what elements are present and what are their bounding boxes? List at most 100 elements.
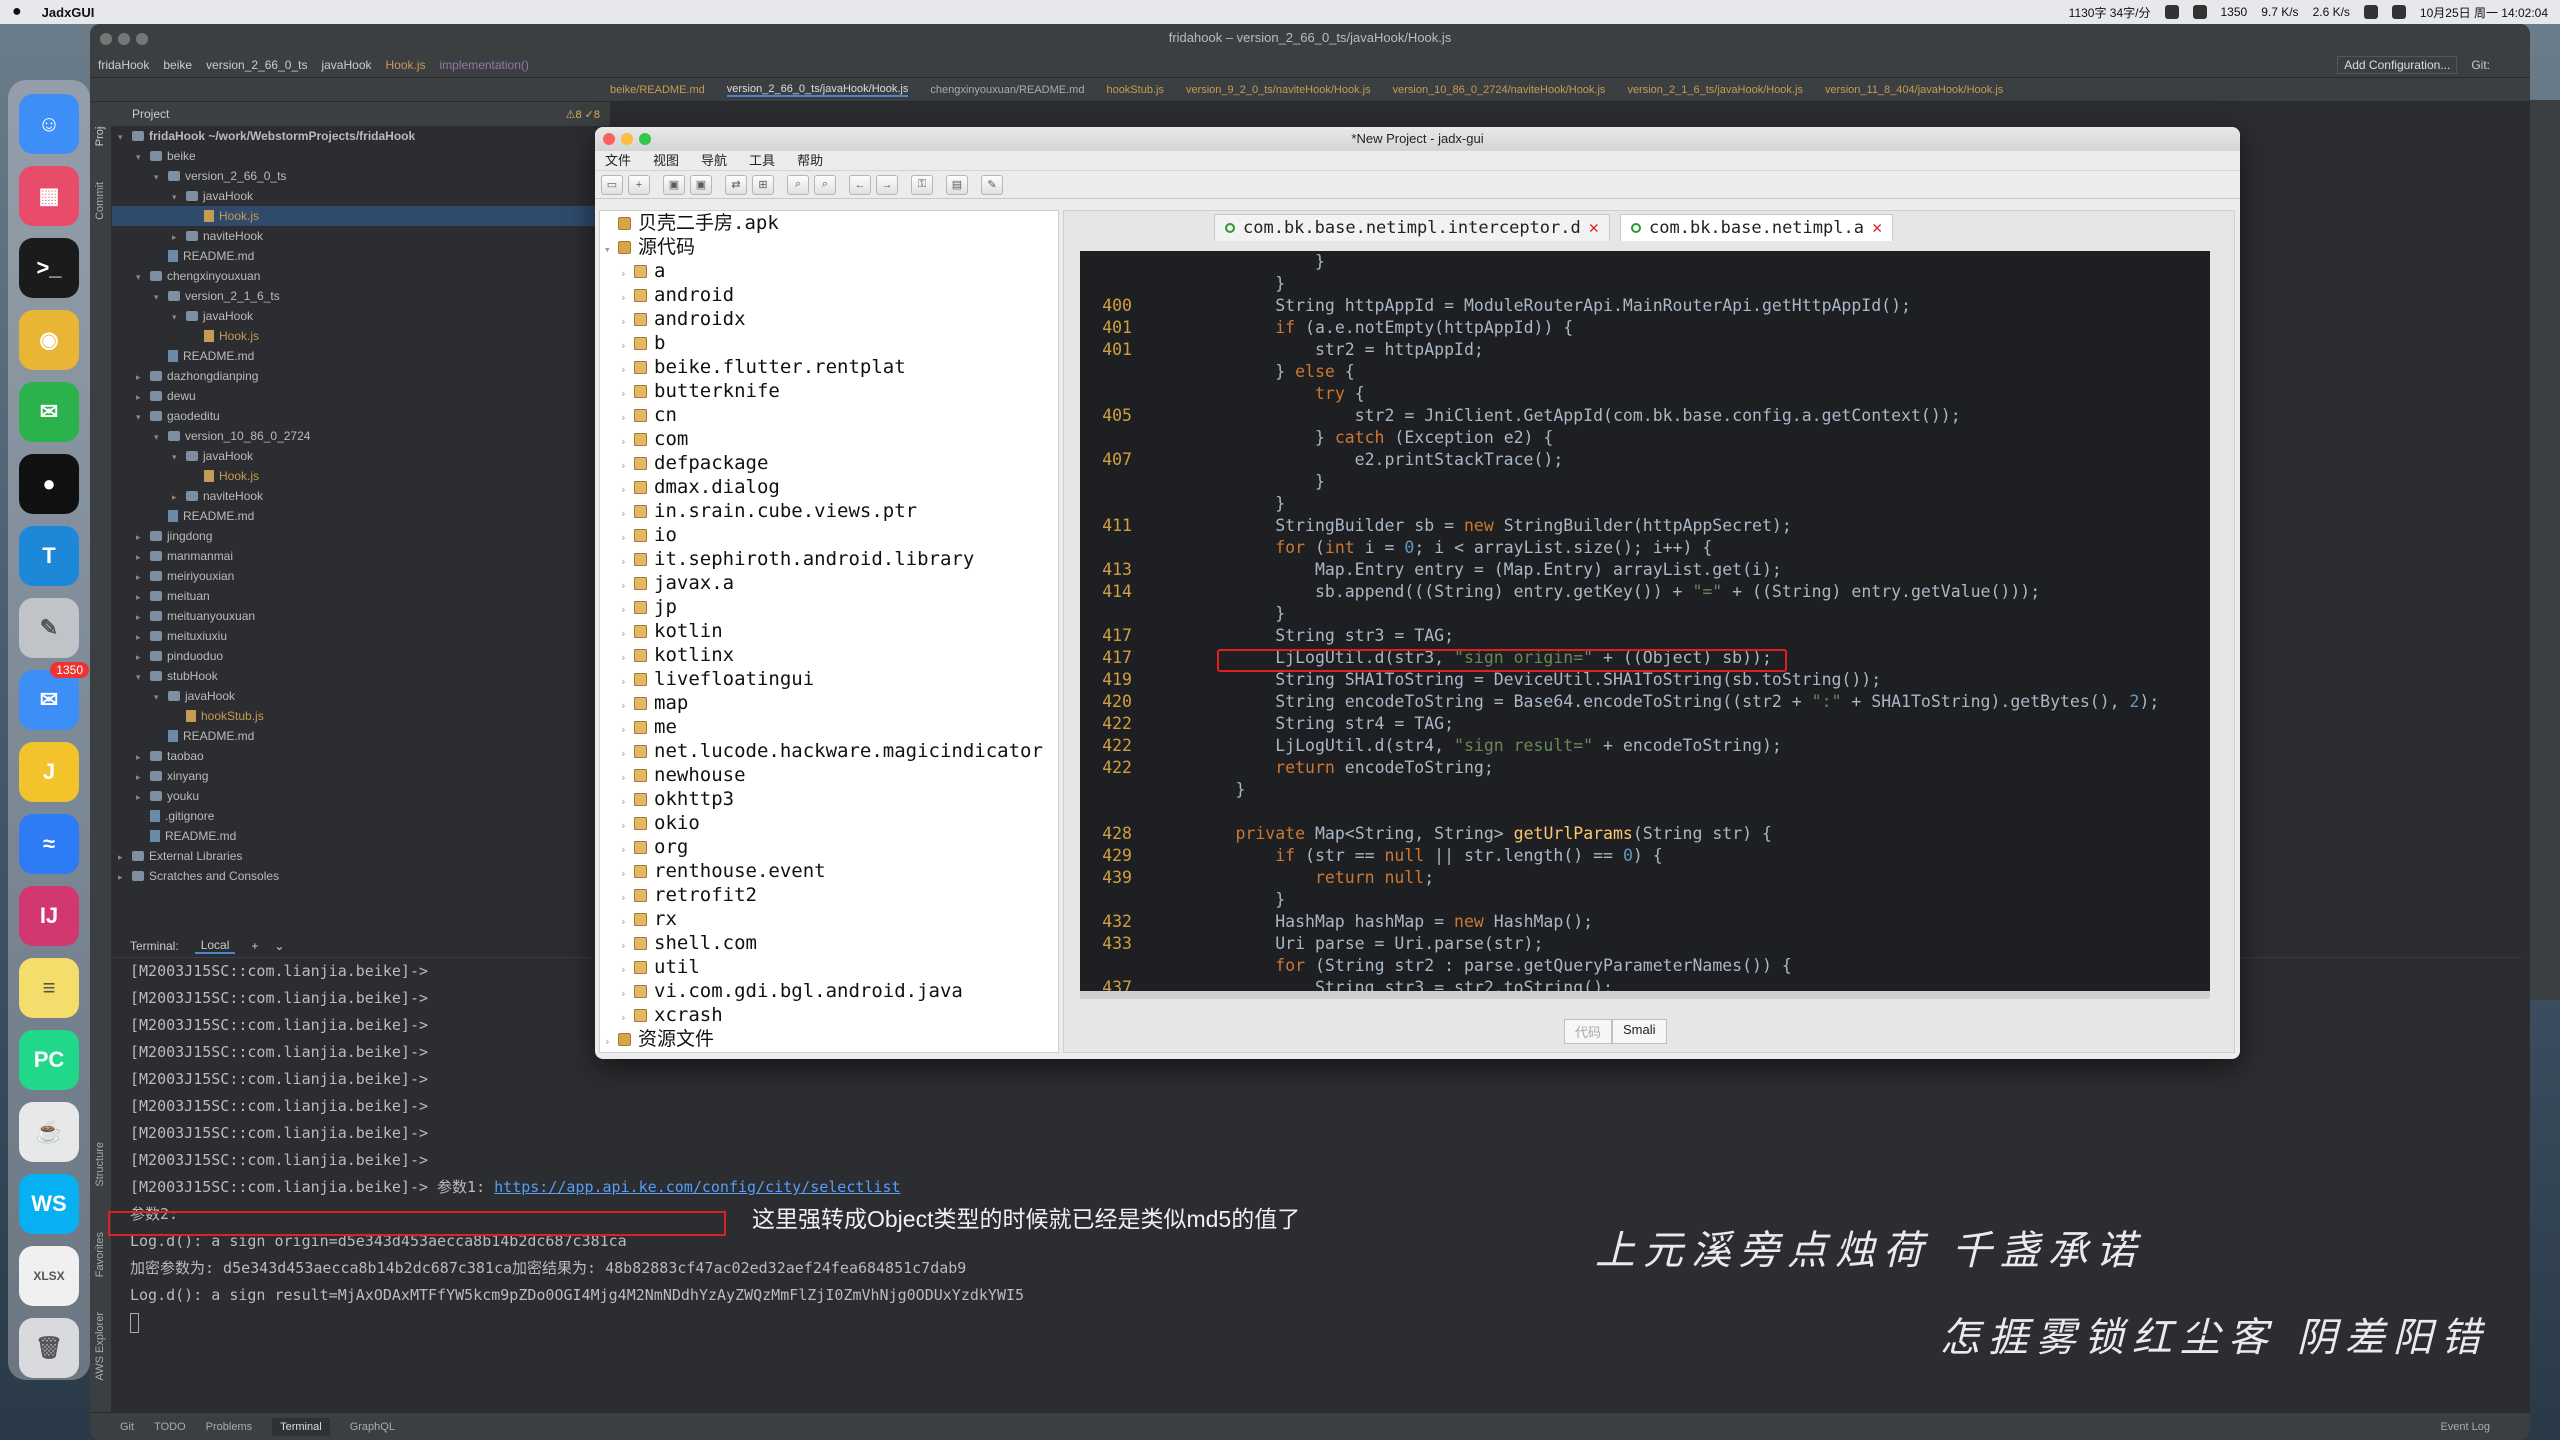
chevron-down-icon[interactable]: ▾	[172, 447, 186, 467]
tree-item[interactable]: ▸ youku	[112, 786, 612, 806]
tree-item[interactable]: README.md	[112, 826, 612, 846]
tree-item[interactable]: README.md	[112, 506, 612, 526]
minimize-icon[interactable]	[621, 133, 633, 145]
preferences-icon[interactable]: ✎	[981, 174, 1003, 195]
package-node[interactable]: › b	[600, 331, 1058, 355]
tree-node[interactable]: 贝壳二手房.apk	[600, 211, 1058, 235]
chevron-down-icon[interactable]: ▾	[118, 127, 132, 147]
chevron-right-icon[interactable]: ▸	[136, 747, 150, 767]
package-node[interactable]: › javax.a	[600, 571, 1058, 595]
problems-tool-button[interactable]: Problems	[206, 1421, 252, 1433]
smali-mode-tab[interactable]: Smali	[1612, 1019, 1667, 1044]
wechat-icon[interactable]	[2192, 5, 2207, 19]
tree-item[interactable]: ▾ version_2_1_6_ts	[112, 286, 612, 306]
chevron-right-icon[interactable]: ▸	[136, 567, 150, 587]
dock-app[interactable]: ☺	[19, 94, 79, 154]
chevron-down-icon[interactable]: ▾	[172, 187, 186, 207]
tree-item[interactable]: ▾ javaHook	[112, 186, 612, 206]
dock-app[interactable]: >_	[19, 238, 79, 298]
package-node[interactable]: › retrofit2	[600, 883, 1058, 907]
apple-icon[interactable]: ●	[12, 3, 22, 21]
tree-item[interactable]: ▾ version_2_66_0_ts	[112, 166, 612, 186]
dock-app[interactable]: ●	[19, 454, 79, 514]
package-node[interactable]: › net.lucode.hackware.magicindicator	[600, 739, 1058, 763]
close-tab-icon[interactable]: ✕	[1872, 218, 1882, 238]
tree-item[interactable]: ▸ meituxiuxiu	[112, 626, 612, 646]
chevron-right-icon[interactable]: ▸	[136, 367, 150, 387]
tree-item[interactable]: ▾ beike	[112, 146, 612, 166]
notification-count[interactable]: 1350	[2221, 5, 2248, 19]
log-viewer-icon[interactable]: ▤	[946, 174, 968, 195]
search-icon[interactable]: ⌕	[787, 174, 809, 195]
terminal-tool-button[interactable]: Terminal	[272, 1417, 330, 1436]
zoom-icon[interactable]	[136, 33, 148, 45]
code-tab[interactable]: com.bk.base.netimpl.interceptor.d ✕	[1214, 214, 1611, 241]
graphql-tool-button[interactable]: GraphQL	[350, 1421, 395, 1433]
package-node[interactable]: › org	[600, 835, 1058, 859]
package-node[interactable]: › defpackage	[600, 451, 1058, 475]
commit-tool-button[interactable]: Commit	[94, 182, 106, 220]
editor-tab[interactable]: chengxinyouxuan/README.md	[930, 84, 1084, 96]
package-node[interactable]: › vi.com.gdi.bgl.android.java	[600, 979, 1058, 1003]
dock-app[interactable]: ≈	[19, 814, 79, 874]
breadcrumb-item[interactable]: fridaHook	[98, 58, 149, 72]
chevron-down-icon[interactable]: ▾	[154, 427, 168, 447]
active-app-name[interactable]: JadxGUI	[42, 5, 95, 20]
editor-tab[interactable]: version_11_8_404/javaHook/Hook.js	[1825, 84, 2003, 96]
add-configuration-button[interactable]: Add Configuration...	[2337, 55, 2458, 74]
add-terminal-icon[interactable]: +	[251, 939, 258, 953]
flatten-packages-icon[interactable]: ⊞	[752, 174, 774, 195]
terminal-tab-local[interactable]: Local	[194, 938, 236, 954]
tree-item[interactable]: ▸ xinyang	[112, 766, 612, 786]
breadcrumb-item[interactable]: implementation()	[440, 58, 529, 72]
tree-item[interactable]: ▸ dazhongdianping	[112, 366, 612, 386]
dock-app[interactable]: T	[19, 526, 79, 586]
aws-explorer-tool-button[interactable]: AWS Explorer	[94, 1312, 106, 1381]
package-node[interactable]: › newhouse	[600, 763, 1058, 787]
tree-item[interactable]: ▾ javaHook	[112, 306, 612, 326]
tree-item[interactable]: ▾ javaHook	[112, 686, 612, 706]
dock-app[interactable]: ▦	[19, 166, 79, 226]
package-node[interactable]: › androidx	[600, 307, 1058, 331]
package-node[interactable]: › kotlinx	[600, 643, 1058, 667]
package-node[interactable]: › a	[600, 259, 1058, 283]
code-mode-tab[interactable]: 代码	[1564, 1019, 1613, 1044]
chevron-down-icon[interactable]: ▾	[172, 307, 186, 327]
package-node[interactable]: › rx	[600, 907, 1058, 931]
chevron-down-icon[interactable]: ▾	[154, 167, 168, 187]
package-node[interactable]: › cn	[600, 403, 1058, 427]
favorites-tool-button[interactable]: Favorites	[94, 1232, 106, 1277]
chevron-right-icon[interactable]: ▸	[136, 627, 150, 647]
package-node[interactable]: › butterknife	[600, 379, 1058, 403]
code-view[interactable]: } } 400 String httpAppId = ModuleRouterAp…	[1080, 251, 2210, 991]
tree-item[interactable]: ▸ dewu	[112, 386, 612, 406]
chevron-right-icon[interactable]: ▸	[136, 387, 150, 407]
project-view-selector[interactable]: Project	[132, 107, 169, 121]
chevron-down-icon[interactable]: ▾	[136, 267, 150, 287]
tree-node[interactable]: › 资源文件	[600, 1027, 1058, 1051]
dock-app[interactable]: J	[19, 742, 79, 802]
inspection-counts[interactable]: ⚠8 ✓8	[566, 108, 600, 121]
package-node[interactable]: › okhttp3	[600, 787, 1058, 811]
tree-item[interactable]: ▸ meituan	[112, 586, 612, 606]
horizontal-scrollbar[interactable]	[1080, 991, 2210, 999]
chevron-down-icon[interactable]: ▾	[154, 687, 168, 707]
chevron-down-icon[interactable]: ▾	[154, 287, 168, 307]
clock[interactable]: 10月25日 周一 14:02:04	[2420, 4, 2548, 21]
dock-app[interactable]: XLSX	[19, 1246, 79, 1306]
menu-tools[interactable]: 工具	[749, 151, 775, 170]
todo-tool-button[interactable]: TODO	[154, 1421, 186, 1433]
add-file-icon[interactable]: +	[628, 174, 650, 195]
close-icon[interactable]	[603, 133, 615, 145]
chevron-right-icon[interactable]: ▸	[136, 587, 150, 607]
package-node[interactable]: › me	[600, 715, 1058, 739]
package-node[interactable]: › livefloatingui	[600, 667, 1058, 691]
dock-app[interactable]: IJ	[19, 886, 79, 946]
chevron-down-icon[interactable]: ⌄	[274, 939, 284, 953]
wifi-icon[interactable]	[2363, 5, 2378, 19]
tree-item[interactable]: hookStub.js	[112, 706, 612, 726]
back-icon[interactable]: ←	[849, 174, 871, 195]
chevron-right-icon[interactable]: ▸	[136, 767, 150, 787]
close-tab-icon[interactable]: ✕	[1589, 218, 1599, 238]
breadcrumb-item[interactable]: beike	[163, 58, 192, 72]
